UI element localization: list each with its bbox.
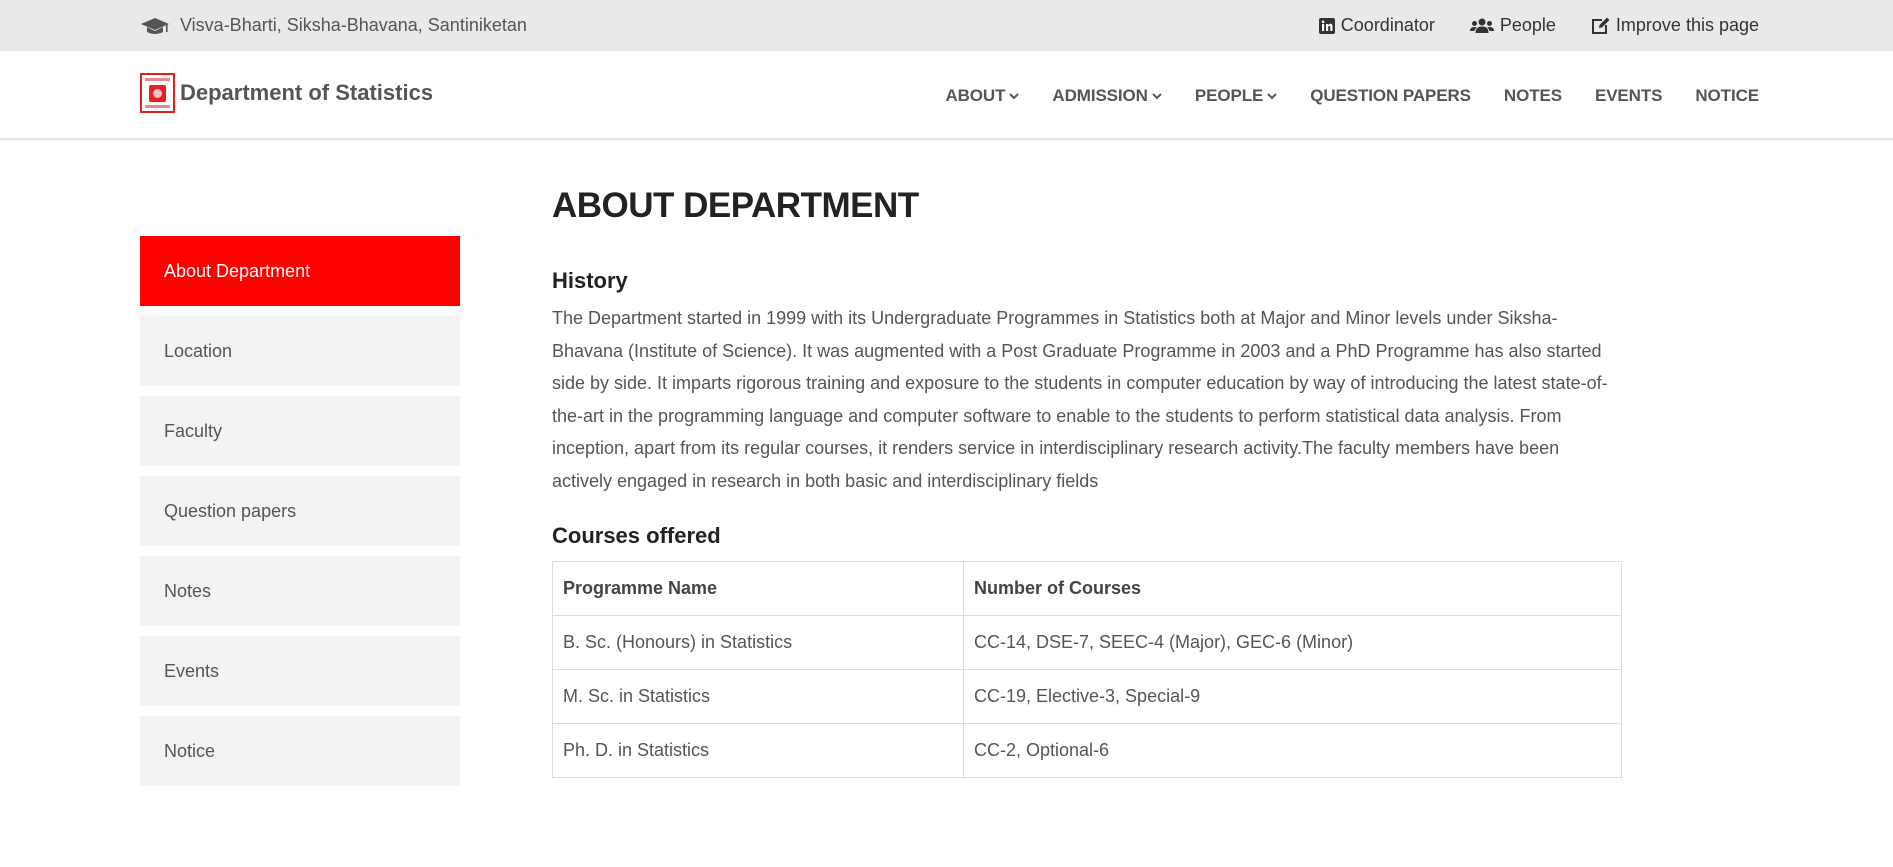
table-row: B. Sc. (Honours) in Statistics CC-14, DS… bbox=[552, 615, 1622, 670]
column-header-courses: Number of Courses bbox=[963, 561, 1622, 616]
nav-admission-label: ADMISSION bbox=[1052, 85, 1148, 105]
graduation-cap-icon bbox=[141, 17, 169, 34]
programme-name-cell: Ph. D. in Statistics bbox=[552, 723, 964, 778]
sidebar-item-label: Faculty bbox=[164, 420, 223, 441]
improve-page-label: Improve this page bbox=[1615, 15, 1759, 35]
university-logo bbox=[140, 72, 175, 113]
main-navbar: Department of Statistics ABOUT ADMISSION… bbox=[0, 51, 1893, 140]
sidebar-item-question-papers[interactable]: Question papers bbox=[140, 476, 460, 546]
sidebar-item-label: Location bbox=[164, 340, 233, 361]
course-count-cell: CC-14, DSE-7, SEEC-4 (Major), GEC-6 (Min… bbox=[963, 615, 1622, 670]
nav-events-label: EVENTS bbox=[1594, 85, 1663, 105]
nav-events[interactable]: EVENTS bbox=[1594, 85, 1663, 106]
nav-notes[interactable]: NOTES bbox=[1504, 86, 1562, 106]
chevron-down-icon bbox=[1267, 92, 1277, 99]
nav-question-papers-label: QUESTION PAPERS bbox=[1310, 85, 1471, 105]
sidebar-item-location[interactable]: Location bbox=[140, 316, 460, 386]
coordinator-link[interactable]: Coordinator bbox=[1318, 15, 1435, 36]
sidebar-item-label: Notes bbox=[164, 580, 212, 601]
history-text: The Department started in 1999 with its … bbox=[552, 308, 1608, 491]
nav-people-label: PEOPLE bbox=[1194, 85, 1264, 105]
people-link[interactable]: People bbox=[1469, 15, 1556, 36]
nav-notes-label: NOTES bbox=[1503, 85, 1562, 105]
coordinator-label: Coordinator bbox=[1340, 15, 1435, 35]
improve-page-link[interactable]: Improve this page bbox=[1591, 15, 1759, 36]
history-heading: History bbox=[552, 268, 628, 293]
nav-admission[interactable]: ADMISSION bbox=[1052, 85, 1162, 106]
sidebar-item-label: Question papers bbox=[164, 500, 297, 521]
sidebar-item-label: About Department bbox=[164, 260, 311, 281]
people-label: People bbox=[1499, 15, 1556, 35]
column-header-programme: Programme Name bbox=[552, 561, 964, 616]
institution-text: Visva-Bharti, Siksha-Bhavana, Santiniket… bbox=[180, 15, 527, 35]
edit-icon bbox=[1591, 17, 1610, 34]
brand[interactable]: Department of Statistics bbox=[140, 72, 434, 113]
table-header-row: Programme Name Number of Courses bbox=[552, 561, 1622, 616]
main-content: ABOUT DEPARTMENT History The Department … bbox=[552, 186, 1622, 778]
sidebar-item-notes[interactable]: Notes bbox=[140, 556, 460, 626]
chevron-down-icon bbox=[1009, 92, 1020, 99]
sidebar-item-label: Notice bbox=[164, 740, 216, 761]
users-icon bbox=[1469, 18, 1494, 33]
institution-label: Visva-Bharti, Siksha-Bhavana, Santiniket… bbox=[140, 15, 527, 36]
sidebar-item-about-department[interactable]: About Department bbox=[140, 236, 460, 306]
sidebar-item-label: Events bbox=[164, 660, 220, 681]
nav-notice[interactable]: NOTICE bbox=[1695, 86, 1759, 106]
courses-table: Programme Name Number of Courses B. Sc. … bbox=[552, 561, 1622, 778]
nav-about-label: ABOUT bbox=[945, 85, 1006, 105]
nav-question-papers[interactable]: QUESTION PAPERS bbox=[1310, 86, 1471, 106]
courses-heading: Courses offered bbox=[552, 523, 721, 548]
sidebar-item-events[interactable]: Events bbox=[140, 636, 460, 706]
table-row: Ph. D. in Statistics CC-2, Optional-6 bbox=[552, 723, 1622, 778]
nav-notice-label: NOTICE bbox=[1695, 85, 1759, 105]
nav-people[interactable]: PEOPLE bbox=[1195, 86, 1277, 106]
brand-title: Department of Statistics bbox=[180, 79, 434, 105]
table-row: M. Sc. in Statistics CC-19, Elective-3, … bbox=[552, 669, 1622, 724]
sidebar: About Department Location Faculty Questi… bbox=[140, 236, 460, 796]
linkedin-icon bbox=[1318, 17, 1335, 34]
programme-name-cell: B. Sc. (Honours) in Statistics bbox=[552, 615, 964, 670]
chevron-down-icon bbox=[1152, 92, 1162, 99]
sidebar-item-faculty[interactable]: Faculty bbox=[140, 396, 460, 466]
course-count-cell: CC-2, Optional-6 bbox=[963, 723, 1622, 778]
course-count-cell: CC-19, Elective-3, Special-9 bbox=[963, 669, 1622, 724]
sidebar-item-notice[interactable]: Notice bbox=[140, 716, 460, 786]
programme-name-cell: M. Sc. in Statistics bbox=[552, 669, 964, 724]
nav-about[interactable]: ABOUT bbox=[945, 85, 1020, 106]
top-info-bar: Visva-Bharti, Siksha-Bhavana, Santiniket… bbox=[0, 0, 1893, 51]
page-title: ABOUT DEPARTMENT bbox=[552, 186, 919, 225]
main-menu: ABOUT ADMISSION PEOPLE QUESTION PAPERS N… bbox=[912, 86, 1759, 106]
